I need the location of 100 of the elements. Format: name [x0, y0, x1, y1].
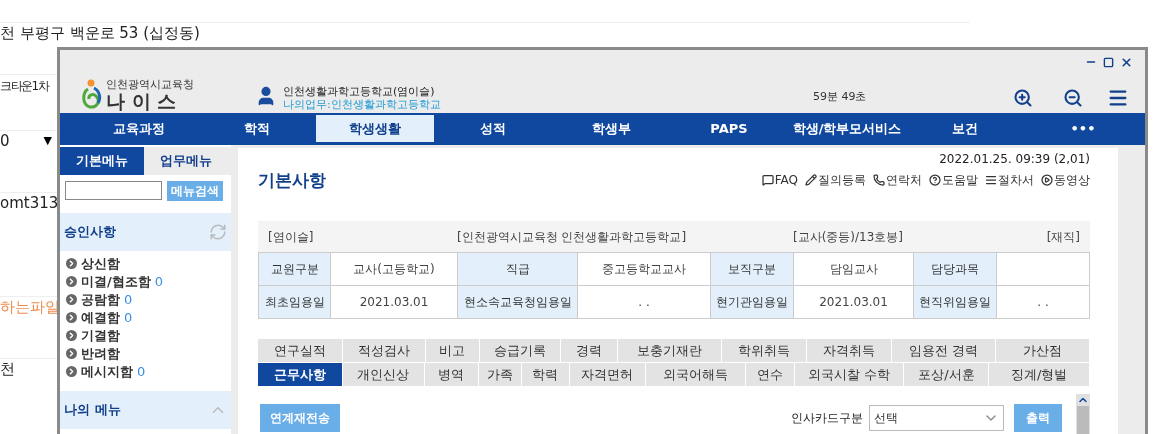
help-link[interactable]: 절차서 [985, 171, 1034, 190]
sidebar-tab[interactable]: 기본메뉴 [60, 146, 144, 175]
bullet-icon [66, 312, 77, 323]
help-link[interactable]: 연락처 [873, 171, 922, 190]
menu-search-field[interactable] [65, 181, 162, 200]
scrollbar[interactable] [1076, 394, 1090, 434]
org-name: 인천광역시교육청 [106, 79, 194, 91]
nav-tab[interactable]: 학적 [198, 115, 316, 143]
page-title: 기본사항 [258, 168, 326, 192]
close-icon[interactable] [1120, 55, 1133, 69]
summary-text: [인천광역시교육청 인천생활과학고등학교] [457, 228, 688, 246]
approval-item[interactable]: 기결함 [66, 326, 231, 345]
card-type-label: 인사카드구분 [791, 410, 864, 427]
dropdown-arrow-icon: ▼ [43, 133, 52, 150]
tab[interactable]: 학위취득 [721, 339, 807, 362]
phone-icon [873, 174, 885, 187]
card-type-select[interactable]: 선택 [869, 405, 1005, 431]
nav-tab[interactable]: ••• [1024, 115, 1142, 143]
write-icon [805, 174, 817, 187]
item-label: 미결/협조함 [81, 272, 151, 291]
approval-item[interactable]: 예결함 0 [66, 308, 231, 327]
approval-item[interactable]: 상신함 [66, 254, 231, 273]
tab[interactable]: 연수 [746, 363, 796, 386]
tab[interactable]: 임용전 경력 [891, 339, 997, 362]
help-link[interactable]: FAQ [761, 171, 798, 190]
item-label: 상신함 [81, 254, 120, 273]
tab[interactable]: 가족 [478, 363, 522, 386]
nav-tab[interactable]: PAPS [670, 115, 788, 143]
maximize-icon[interactable] [1103, 56, 1114, 68]
item-label: 기결함 [81, 326, 120, 345]
tab[interactable]: 자격면허 [569, 363, 646, 386]
bullet-icon [66, 330, 77, 341]
tab[interactable]: 자격취득 [806, 339, 892, 362]
tab[interactable]: 근무사항 [258, 363, 343, 386]
nav-tab[interactable]: 학생생활 [316, 115, 434, 143]
item-label: 공람함 [81, 290, 120, 309]
tab[interactable]: 개인신상 [342, 363, 425, 386]
approval-item[interactable]: 미결/협조함 0 [66, 272, 231, 291]
tab[interactable]: 학력 [521, 363, 570, 386]
summary-text: [염이슬] [267, 228, 315, 246]
item-count: 0 [137, 362, 146, 381]
item-count: 0 [124, 308, 133, 327]
datetime-text: 2022.01.25. 09:39 (2,01) [939, 150, 1090, 168]
item-label: 메시지함 [81, 362, 133, 381]
tab[interactable]: 병역 [425, 363, 479, 386]
approval-item[interactable]: 반려함 [66, 344, 231, 363]
tab[interactable]: 비고 [425, 339, 480, 362]
item-count: 0 [154, 272, 164, 291]
page-text: 천 [0, 359, 15, 381]
section-title: 나의 메뉴 [64, 400, 121, 419]
approval-item[interactable]: 공람함 0 [66, 290, 231, 309]
item-count: 0 [124, 290, 133, 309]
bullet-icon [66, 366, 77, 377]
item-label: 예결함 [81, 308, 120, 327]
header-cell: 직급 [457, 253, 577, 285]
table-cell: . . [996, 286, 1090, 318]
user-name: 인천생활과학고등학교(염이슬) [283, 85, 436, 99]
tab[interactable]: 외국시찰 수학 [795, 363, 905, 386]
header-cell: 현기관임용일 [710, 286, 793, 318]
app-name: 나 이 스 [106, 92, 178, 112]
nav-tab[interactable]: 학생부 [552, 115, 670, 143]
nav-tab[interactable]: 학생/학부모서비스 [788, 115, 906, 143]
session-timer: 59분 49초 [813, 88, 868, 105]
bullet-icon [66, 348, 77, 359]
nav-tab[interactable]: 보건 [906, 115, 1024, 143]
header-cell: 현직위임용일 [913, 286, 996, 318]
header-cell: 현소속교육청임용일 [457, 286, 577, 318]
help-link[interactable]: 도움말 [929, 171, 978, 190]
video-icon [1041, 174, 1053, 187]
header-cell: 최초임용일 [258, 286, 330, 318]
tab[interactable]: 가산점 [996, 339, 1090, 362]
sidebar-tab[interactable]: 업무메뉴 [144, 146, 228, 175]
help-link[interactable]: 질의등록 [805, 171, 866, 190]
summary-text: [재직] [1045, 228, 1081, 246]
tab[interactable]: 포상/서훈 [904, 363, 990, 386]
tab[interactable]: 외국어해득 [645, 363, 747, 386]
tab[interactable]: 적성검사 [342, 339, 426, 362]
tab[interactable]: 보충기재란 [618, 339, 722, 362]
section-title: 승인사항 [64, 222, 116, 241]
approval-item[interactable]: 메시지함 0 [66, 362, 231, 381]
help-icon [929, 174, 941, 187]
logo-icon [80, 79, 102, 112]
page-text: 0 [0, 131, 10, 153]
tab[interactable]: 징계/형벌 [989, 363, 1090, 386]
zoom-out-icon[interactable] [1063, 88, 1083, 109]
help-link[interactable]: 동영상 [1041, 171, 1090, 190]
summary-text: [교사(중등)/13호봉] [793, 228, 905, 246]
tab[interactable]: 연구실적 [258, 339, 343, 362]
bullet-icon [66, 276, 77, 287]
page-text: 크타운1차 [0, 77, 49, 95]
tab[interactable]: 승급기록 [479, 339, 561, 362]
bullet-icon [66, 294, 77, 305]
section-header[interactable]: 나의 메뉴 [60, 390, 231, 429]
nav-tab[interactable]: 성적 [434, 115, 552, 143]
header-cell: 교원구분 [258, 253, 330, 285]
section-header[interactable]: 승인사항 [60, 212, 231, 251]
faq-icon [761, 174, 774, 187]
tab[interactable]: 경력 [560, 339, 619, 362]
zoom-in-icon[interactable] [1013, 88, 1033, 109]
nav-tab[interactable]: 교육과정 [80, 115, 198, 143]
